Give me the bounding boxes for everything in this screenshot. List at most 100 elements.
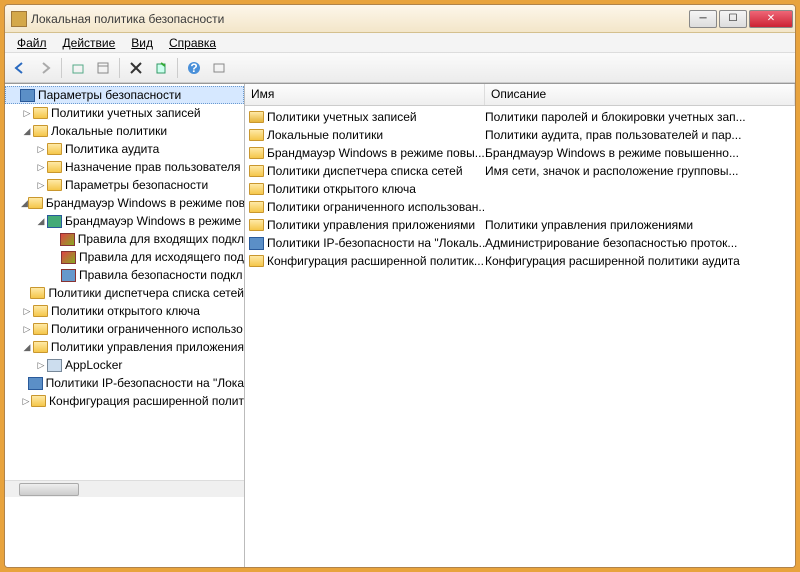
up-button[interactable]	[67, 57, 89, 79]
expander-icon[interactable]: ▷	[35, 144, 47, 155]
list-row[interactable]: Политики учетных записейПолитики паролей…	[245, 108, 795, 126]
close-button[interactable]: ✕	[749, 10, 793, 28]
cell-desc: Политики управления приложениями	[485, 218, 795, 232]
tree-label: Политика аудита	[65, 142, 159, 156]
list-row[interactable]: Политики управления приложениямиПолитики…	[245, 216, 795, 234]
expander-icon[interactable]: ◢	[21, 198, 28, 209]
inbound-icon	[60, 233, 75, 246]
tree-label: Политики IP-безопасности на "Лока	[46, 376, 244, 390]
help-button[interactable]: ?	[183, 57, 205, 79]
cell-name: Политики диспетчера списка сетей	[249, 164, 485, 178]
tree-item-audit[interactable]: ▷ Политика аудита	[33, 140, 244, 158]
expander-icon[interactable]: ▷	[35, 162, 47, 173]
expander-icon[interactable]: ◢	[21, 342, 33, 353]
tree-item-extaudit[interactable]: ▷Конфигурация расширенной полит	[19, 392, 244, 410]
tree-pane[interactable]: Параметры безопасности ▷ Политики учетных…	[5, 84, 245, 567]
tree-item-netlist[interactable]: Политики диспетчера списка сетей	[19, 284, 244, 302]
tree-item-firewall2[interactable]: ◢Брандмауэр Windows в режиме	[33, 212, 244, 230]
folder-icon	[33, 125, 48, 137]
toolbar: ?	[5, 53, 795, 83]
tree-hscroll[interactable]	[5, 480, 244, 497]
main-window: Локальная политика безопасности ─ ☐ ✕ Фа…	[4, 4, 796, 568]
list-header: Имя Описание	[245, 84, 795, 106]
tree-item-local[interactable]: ◢ Локальные политики	[19, 122, 244, 140]
menu-file[interactable]: Файл	[9, 34, 55, 52]
column-desc[interactable]: Описание	[485, 84, 795, 105]
cell-name: Политики управления приложениями	[249, 218, 485, 232]
forward-button[interactable]	[34, 57, 56, 79]
tree-item-fw-sec[interactable]: Правила безопасности подкл	[47, 266, 244, 284]
tree-label: Брандмауэр Windows в режиме пов	[46, 196, 245, 210]
expander-icon[interactable]: ▷	[35, 360, 47, 371]
column-name[interactable]: Имя	[245, 84, 485, 105]
minimize-button[interactable]: ─	[689, 10, 717, 28]
cell-desc: Имя сети, значок и расположение групповы…	[485, 164, 795, 178]
folder-icon	[31, 395, 46, 407]
expander-icon[interactable]: ▷	[35, 180, 47, 191]
tree-label: Правила для входящих подкл	[78, 232, 244, 246]
expander-icon[interactable]: ▷	[21, 108, 33, 119]
tree-item-fw-in[interactable]: Правила для входящих подкл	[47, 230, 244, 248]
folder-icon	[33, 107, 48, 119]
list-row[interactable]: Конфигурация расширенной политик...Конфи…	[245, 252, 795, 270]
tree-label: Политики диспетчера списка сетей	[48, 286, 244, 300]
delete-button[interactable]	[125, 57, 147, 79]
menu-action[interactable]: Действие	[55, 34, 124, 52]
list-row[interactable]: Политики ограниченного использован...	[245, 198, 795, 216]
menubar: Файл Действие Вид Справка	[5, 33, 795, 53]
cell-name: Политики учетных записей	[249, 110, 485, 124]
tree-item-applocker[interactable]: ▷ AppLocker	[33, 356, 244, 374]
tree-label: Политики учетных записей	[51, 106, 201, 120]
menu-view[interactable]: Вид	[123, 34, 161, 52]
scrollbar-thumb[interactable]	[19, 483, 79, 496]
folder-icon	[33, 341, 48, 353]
cell-name: Политики ограниченного использован...	[249, 200, 485, 214]
back-button[interactable]	[9, 57, 31, 79]
expander-icon[interactable]: ▷	[21, 396, 31, 407]
tree-item-restrict[interactable]: ▷ Политики ограниченного использо	[19, 320, 244, 338]
expander-icon[interactable]: ◢	[35, 216, 47, 227]
expander-icon[interactable]: ◢	[21, 126, 33, 137]
tree-label: Локальные политики	[51, 124, 167, 138]
list-row[interactable]: Брандмауэр Windows в режиме повы...Бранд…	[245, 144, 795, 162]
list-row[interactable]: Политики диспетчера списка сетейИмя сети…	[245, 162, 795, 180]
properties-button[interactable]	[92, 57, 114, 79]
list-row[interactable]: Локальные политикиПолитики аудита, прав …	[245, 126, 795, 144]
tree-label: Политики управления приложения	[51, 340, 244, 354]
tree-item-secparam[interactable]: ▷Параметры безопасности	[33, 176, 244, 194]
maximize-button[interactable]: ☐	[719, 10, 747, 28]
tree-root[interactable]: Параметры безопасности	[5, 86, 244, 104]
toolbar-separator	[177, 58, 178, 78]
folder-icon	[30, 287, 45, 299]
list-row[interactable]: Политики IP-безопасности на "Локаль...Ад…	[245, 234, 795, 252]
menu-help[interactable]: Справка	[161, 34, 224, 52]
view-button[interactable]	[208, 57, 230, 79]
folder-icon	[249, 219, 264, 231]
list-row[interactable]: Политики открытого ключа	[245, 180, 795, 198]
cell-desc: Политики паролей и блокировки учетных за…	[485, 110, 795, 124]
folder-icon	[47, 179, 62, 191]
tree-label: Политики ограниченного использо	[51, 322, 243, 336]
tree-item-firewall[interactable]: ◢ Брандмауэр Windows в режиме пов	[19, 194, 244, 212]
titlebar[interactable]: Локальная политика безопасности ─ ☐ ✕	[5, 5, 795, 33]
cell-name: Локальные политики	[249, 128, 485, 142]
cell-name: Брандмауэр Windows в режиме повы...	[249, 146, 485, 160]
cell-desc: Конфигурация расширенной политики аудита	[485, 254, 795, 268]
tree-item-rights[interactable]: ▷Назначение прав пользователя	[33, 158, 244, 176]
tree-item-appctrl[interactable]: ◢ Политики управления приложения	[19, 338, 244, 356]
folder-icon	[47, 143, 62, 155]
export-button[interactable]	[150, 57, 172, 79]
folder-lock-icon	[249, 111, 264, 123]
expander-icon[interactable]: ▷	[21, 306, 33, 317]
tree-item-fw-out[interactable]: Правила для исходящего под	[47, 248, 244, 266]
cell-desc: Политики аудита, прав пользователей и па…	[485, 128, 795, 142]
list-body[interactable]: Политики учетных записейПолитики паролей…	[245, 106, 795, 567]
list-pane: Имя Описание Политики учетных записейПол…	[245, 84, 795, 567]
tree-label: AppLocker	[65, 358, 122, 372]
expander-icon[interactable]: ▷	[21, 324, 33, 335]
tree-item-pubkey[interactable]: ▷Политики открытого ключа	[19, 302, 244, 320]
window-controls: ─ ☐ ✕	[689, 10, 793, 28]
tree-item-ipsec[interactable]: Политики IP-безопасности на "Лока	[19, 374, 244, 392]
folder-icon	[33, 323, 48, 335]
tree-item-account[interactable]: ▷ Политики учетных записей	[19, 104, 244, 122]
